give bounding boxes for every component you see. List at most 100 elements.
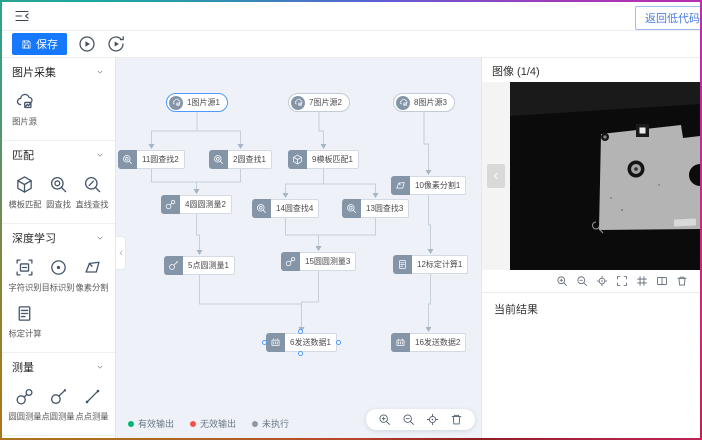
section-header[interactable]: 匹配	[2, 141, 115, 169]
save-label: 保存	[36, 36, 58, 52]
section-header[interactable]: 图片采集	[2, 58, 115, 86]
prev-image-button[interactable]	[487, 164, 505, 188]
main-body: 图片采集图片源匹配模板匹配圆查找直线查找深度学习字符识别目标识别像素分割标定计算…	[2, 58, 700, 438]
sidebar-item-label: 点点测量	[76, 411, 109, 423]
inspection-image[interactable]	[510, 82, 700, 270]
node-label: 15圆圆测量3	[300, 252, 356, 271]
sidebar-item-label: 像素分割	[76, 282, 109, 294]
sidebar-item-圆查找[interactable]: 圆查找	[42, 175, 76, 211]
flow-node-n8[interactable]: 8图片源3	[393, 93, 455, 112]
sidebar-item-点点测量[interactable]: 点点测量	[75, 387, 109, 423]
app-frame: 返回低代码 保存 图片采集图片源匹配模板匹配圆查找直线查找深度学习字符识别目标识…	[0, 0, 702, 440]
flow-node-n6[interactable]: 6发送数据1	[266, 333, 337, 352]
cloud-image-icon	[172, 98, 181, 107]
flow-node-n5[interactable]: 5点圆测量1	[164, 256, 235, 275]
run-button[interactable]	[77, 35, 96, 54]
line-find-icon	[83, 175, 102, 194]
sidebar-item-模板匹配[interactable]: 模板匹配	[8, 175, 42, 211]
run-loop-button[interactable]	[106, 35, 125, 54]
component-sidebar: 图片采集图片源匹配模板匹配圆查找直线查找深度学习字符识别目标识别像素分割标定计算…	[2, 58, 116, 438]
flow-node-n12[interactable]: 12标定计算1	[393, 255, 468, 274]
node-chip	[288, 150, 307, 169]
sidebar-item-字符识别[interactable]: 字符识别	[8, 258, 42, 294]
node-label: 6发送数据1	[285, 333, 337, 352]
zoom-in-button[interactable]	[556, 275, 568, 287]
flow-node-n11[interactable]: 11圆查找2	[118, 150, 185, 169]
sidebar-item-像素分割[interactable]: 像素分割	[75, 258, 109, 294]
legend-item: 未执行	[252, 417, 289, 430]
legend-item: 无效输出	[190, 417, 236, 430]
sidebar-item-label: 模板匹配	[8, 199, 41, 211]
sidebar-item-点圆测量[interactable]: 点圆测量	[42, 387, 76, 423]
back-to-lowcode-button[interactable]: 返回低代码	[635, 6, 700, 30]
play-circle-icon	[78, 35, 96, 53]
sidebar-section: 深度学习字符识别目标识别像素分割标定计算	[2, 224, 115, 353]
section-header[interactable]: 深度学习	[2, 224, 115, 252]
sidebar-item-图片源[interactable]: 图片源	[8, 92, 42, 128]
sidebar-item-label: 标定计算	[8, 328, 41, 340]
chevron-left-icon	[117, 249, 125, 257]
save-icon	[21, 39, 32, 50]
selection-handle[interactable]	[262, 340, 267, 345]
grid-button[interactable]	[636, 275, 648, 287]
zoom-in-icon	[556, 275, 568, 287]
flow-node-n13[interactable]: 13圆查找3	[342, 199, 409, 218]
image-viewer	[482, 82, 700, 270]
trash-button[interactable]	[450, 413, 463, 426]
point-circle-icon	[49, 387, 68, 406]
sidebar-item-圆圆测量[interactable]: 圆圆测量	[8, 387, 42, 423]
status-legend: 有效输出 无效输出 未执行	[128, 417, 289, 430]
selection-handle[interactable]	[336, 340, 341, 345]
node-chip	[396, 96, 410, 110]
image-nav-strip	[482, 82, 510, 270]
flow-node-n2[interactable]: 2圆查找1	[209, 150, 272, 169]
flow-node-n16[interactable]: 16发送数据2	[391, 333, 466, 352]
compare-button[interactable]	[656, 275, 668, 287]
calc-icon	[15, 304, 34, 323]
sidebar-section: 测量圆圆测量点圆测量点点测量	[2, 353, 115, 436]
legend-item: 有效输出	[128, 417, 174, 430]
section-items: 字符识别目标识别像素分割标定计算	[2, 252, 115, 352]
locate-button[interactable]	[596, 275, 608, 287]
sidebar-item-标定计算[interactable]: 标定计算	[8, 304, 42, 340]
save-button[interactable]: 保存	[12, 33, 67, 55]
zoom-out-button[interactable]	[576, 275, 588, 287]
canvas-zoom-toolbar	[366, 409, 475, 430]
node-label: 5点圆测量1	[183, 256, 235, 275]
locate-button[interactable]	[426, 413, 439, 426]
flow-node-n9[interactable]: 9模板匹配1	[288, 150, 359, 169]
flow-node-n7[interactable]: 7图片源2	[288, 93, 350, 112]
sidebar-collapse-handle[interactable]	[116, 236, 126, 270]
zoom-out-button[interactable]	[402, 413, 415, 426]
sidebar-item-label: 图片源	[12, 116, 37, 128]
zoom-in-button[interactable]	[378, 413, 391, 426]
node-chip	[252, 199, 271, 218]
sidebar-item-目标识别[interactable]: 目标识别	[42, 258, 76, 294]
flow-node-n14[interactable]: 14圆查找4	[252, 199, 319, 218]
trash-button[interactable]	[676, 275, 688, 287]
flow-node-n4[interactable]: 4圆圆测量2	[161, 195, 232, 214]
node-label: 8图片源3	[410, 97, 447, 108]
node-chip	[118, 150, 137, 169]
sidebar-item-label: 点圆测量	[42, 411, 75, 423]
right-panel: 图像 (1/4)	[481, 58, 700, 438]
point-circle-icon	[168, 260, 179, 271]
segment-icon	[83, 258, 102, 277]
cube-icon	[15, 175, 34, 194]
menu-fold-icon[interactable]	[14, 8, 30, 24]
target-icon	[49, 258, 68, 277]
flow-node-n1[interactable]: 1图片源1	[166, 93, 228, 112]
flow-canvas[interactable]: 1图片源1 7图片源2 8图片源3 11圆查找2 2圆查找1 9模板匹配1 10像素分割1 4…	[116, 58, 481, 438]
sidebar-item-label: 目标识别	[42, 282, 75, 294]
section-header[interactable]: 通信	[2, 436, 115, 438]
device-icon	[270, 337, 281, 348]
flow-node-n10[interactable]: 10像素分割1	[391, 176, 466, 195]
fullscreen-button[interactable]	[616, 275, 628, 287]
node-chip	[266, 333, 285, 352]
circle-circle-icon	[285, 256, 296, 267]
sidebar-item-直线查找[interactable]: 直线查找	[75, 175, 109, 211]
legend-dot	[190, 421, 196, 427]
flow-node-n15[interactable]: 15圆圆测量3	[281, 252, 356, 271]
node-label: 4圆圆测量2	[180, 195, 232, 214]
section-header[interactable]: 测量	[2, 353, 115, 381]
